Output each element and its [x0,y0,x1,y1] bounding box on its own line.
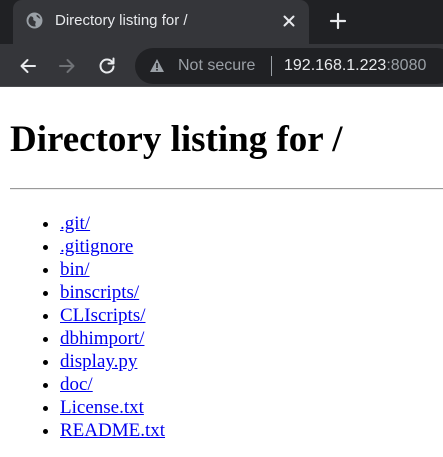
entry-link-dbhimport[interactable]: dbhimport/ [60,328,144,349]
page-content: Directory listing for / .git/ .gitignore… [0,88,443,457]
arrow-right-icon[interactable] [57,56,77,76]
tab-title: Directory listing for / [55,12,188,29]
warning-triangle-icon[interactable] [149,58,165,73]
entry-link-bin[interactable]: bin/ [60,259,90,280]
list-item: doc/ [60,373,165,396]
entry-link-binscripts[interactable]: binscripts/ [60,282,139,303]
browser-toolbar: Not secure 192.168.1.223:8080 [0,44,443,87]
directory-list: .git/ .gitignore bin/ binscripts/ CLIscr… [0,212,165,442]
close-icon[interactable] [281,13,297,29]
list-item: README.txt [60,419,165,442]
list-item: dbhimport/ [60,327,165,350]
reload-icon[interactable] [97,56,117,76]
url-port: :8080 [386,57,427,74]
entry-link-cliscripts[interactable]: CLIscripts/ [60,305,146,326]
divider [10,188,443,190]
url-host: 192.168.1.223 [284,57,387,74]
address-bar[interactable]: Not secure 192.168.1.223:8080 [135,48,443,84]
list-item: display.py [60,350,165,373]
list-item: License.txt [60,396,165,419]
list-item: CLIscripts/ [60,304,165,327]
arrow-left-icon[interactable] [18,56,38,76]
entry-link-gitignore[interactable]: .gitignore [60,236,133,257]
entry-link-license[interactable]: License.txt [60,397,144,418]
browser-tab[interactable]: Directory listing for / [13,0,309,44]
url-text[interactable]: 192.168.1.223:8080 [284,57,426,75]
list-item: .git/ [60,212,165,235]
entry-link-display-py[interactable]: display.py [60,351,137,372]
list-item: bin/ [60,258,165,281]
page-title: Directory listing for / [10,119,343,160]
plus-icon[interactable] [329,12,347,30]
entry-link-readme[interactable]: README.txt [60,420,165,441]
omnibox-divider [271,56,272,76]
security-label[interactable]: Not secure [178,57,255,75]
tab-strip: Directory listing for / [0,0,443,44]
list-item: .gitignore [60,235,165,258]
globe-icon [26,12,43,29]
entry-link-git[interactable]: .git/ [60,213,90,234]
entry-link-doc[interactable]: doc/ [60,374,93,395]
list-item: binscripts/ [60,281,165,304]
